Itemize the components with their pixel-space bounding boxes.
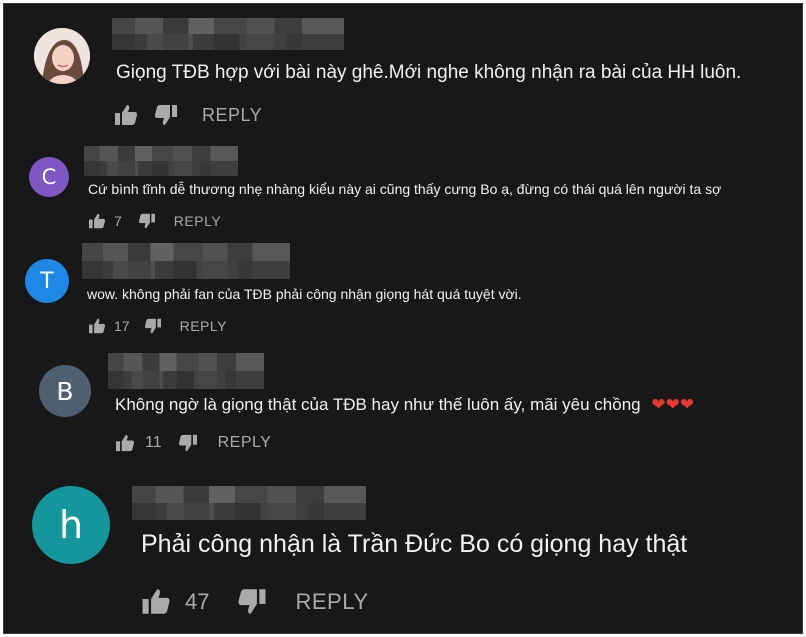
comment-3: T wow. không phải fan của TĐB phải công … [4,239,802,349]
avatar-letter: C [41,165,57,189]
avatar[interactable]: C [29,157,69,197]
like-button[interactable] [114,104,138,126]
like-count: 11 [145,434,162,451]
thumbs-down-icon [238,589,266,614]
avatar[interactable]: B [39,365,91,417]
author-name-redacted[interactable] [82,243,290,279]
comment-5: h Phải công nhận là Trần Đức Bo có giọng… [4,474,802,633]
author-name-redacted[interactable] [108,353,264,389]
comment-1: Giọng TĐB hợp với bài này ghê.Mới nghe k… [4,4,802,134]
comment-actions: 47 REPLY [141,588,369,615]
comment-body: Không ngờ là giọng thật của TĐB hay như … [115,395,641,414]
dislike-button[interactable] [154,104,178,126]
thumbs-up-icon [115,105,137,125]
like-count: 47 [185,588,210,614]
comment-text: Phải công nhận là Trần Đức Bo có giọng h… [141,530,688,558]
reply-button[interactable]: REPLY [180,318,227,334]
reply-button[interactable]: REPLY [218,434,272,452]
author-name-redacted[interactable] [112,18,344,50]
thumbs-up-icon [142,589,170,614]
avatar-letter: T [40,268,54,294]
like-button[interactable] [141,588,171,615]
author-name-redacted[interactable] [132,486,366,520]
avatar[interactable] [34,28,90,84]
comment-text: Không ngờ là giọng thật của TĐB hay như … [115,395,694,415]
like-count: 7 [114,213,122,229]
comment-actions: REPLY [114,104,262,126]
dislike-button[interactable] [237,588,267,615]
dislike-button[interactable] [178,434,198,452]
avatar-letter: h [58,503,84,547]
heart-emoji: ❤❤❤ [651,395,695,415]
comment-actions: 17 REPLY [88,318,227,334]
thumbs-down-icon [155,105,177,125]
comment-text: Giọng TĐB hợp với bài này ghê.Mới nghe k… [116,62,742,83]
reply-button[interactable]: REPLY [202,105,262,126]
thumbs-up-icon [89,213,105,229]
comments-panel: Giọng TĐB hợp với bài này ghê.Mới nghe k… [3,3,803,634]
like-button[interactable] [88,213,106,229]
author-name-redacted[interactable] [84,146,238,176]
comment-text: wow. không phải fan của TĐB phải công nh… [87,286,522,302]
like-button[interactable] [88,318,106,334]
dislike-button[interactable] [144,318,162,334]
comment-4: B Không ngờ là giọng thật của TĐB hay nh… [4,349,802,474]
comment-actions: 7 REPLY [88,213,221,229]
thumbs-down-icon [144,318,161,334]
comment-actions: 11 REPLY [115,434,271,452]
like-button[interactable] [115,434,135,452]
thumbs-up-icon [116,434,134,452]
thumbs-down-icon [138,213,155,229]
thumbs-up-icon [89,318,105,334]
like-count: 17 [114,318,130,334]
avatar[interactable]: h [32,486,110,564]
reply-button[interactable]: REPLY [174,213,221,229]
avatar-letter: B [56,376,74,406]
thumbs-down-icon [178,434,197,452]
comment-text: Cứ bình tĩnh dễ thương nhẹ nhàng kiểu nà… [88,181,722,197]
avatar[interactable]: T [25,259,69,303]
profile-photo-icon [34,28,90,84]
comment-2: C Cứ bình tĩnh dễ thương nhẹ nhàng kiểu … [4,134,802,239]
reply-button[interactable]: REPLY [295,589,368,615]
dislike-button[interactable] [138,213,156,229]
